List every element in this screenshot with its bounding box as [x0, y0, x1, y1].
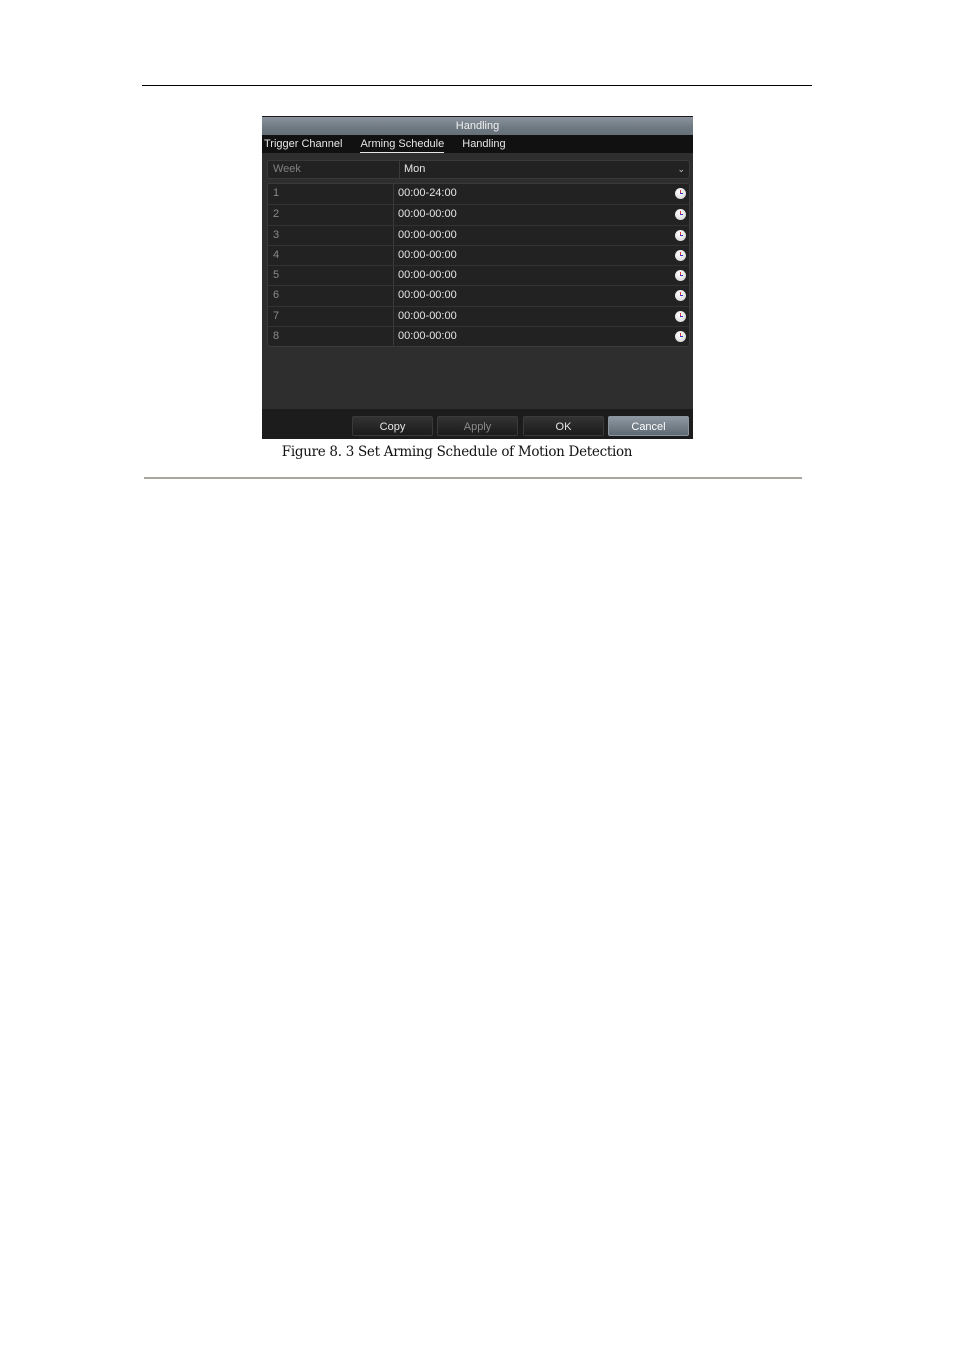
period-number: 3	[268, 225, 394, 245]
period-time-value: 00:00-00:00	[398, 309, 457, 322]
tab-arming-schedule[interactable]: Arming Schedule	[360, 136, 445, 153]
period-time-value: 00:00-00:00	[398, 269, 457, 281]
tab-handling[interactable]: Handling	[462, 136, 505, 152]
schedule-row: 7 00:00-00:00	[268, 305, 689, 326]
tab-bar: Trigger Channel Arming Schedule Handling	[262, 135, 693, 153]
clock-icon[interactable]	[675, 310, 686, 322]
period-time[interactable]: 00:00-00:00	[394, 226, 689, 245]
period-time[interactable]: 00:00-00:00	[394, 246, 689, 265]
schedule-row: 3 00:00-00:00	[268, 224, 689, 245]
period-time-value: 00:00-00:00	[398, 329, 457, 342]
header-rule	[142, 85, 812, 86]
clock-icon[interactable]	[675, 209, 686, 221]
schedule-row: 6 00:00-00:00	[268, 285, 689, 306]
period-number: 6	[268, 286, 394, 306]
period-number: 7	[268, 306, 394, 326]
handling-dialog: Handling Trigger Channel Arming Schedule…	[262, 116, 693, 439]
week-select[interactable]: Mon ⌄	[400, 161, 689, 178]
period-time-value: 00:00-00:00	[398, 248, 457, 261]
period-number: 8	[268, 326, 394, 346]
schedule-row: 2 00:00-00:00	[268, 204, 689, 225]
period-time-value: 00:00-00:00	[398, 289, 457, 302]
schedule-row: 8 00:00-00:00	[268, 325, 689, 346]
clock-icon[interactable]	[675, 290, 686, 302]
chevron-down-icon: ⌄	[677, 164, 685, 174]
period-time-value: 00:00-24:00	[398, 187, 457, 199]
dialog-footer: Copy Apply OK Cancel	[262, 409, 693, 439]
schedule-row: 1 00:00-24:00	[268, 184, 689, 205]
clock-icon[interactable]	[675, 229, 686, 241]
period-time[interactable]: 00:00-00:00	[394, 307, 689, 326]
week-value: Mon	[404, 163, 426, 175]
period-time-value: 00:00-00:00	[398, 208, 457, 221]
period-time[interactable]: 00:00-00:00	[394, 205, 689, 224]
period-number: 4	[268, 245, 394, 265]
apply-button[interactable]: Apply	[437, 416, 518, 436]
schedule-row: 4 00:00-00:00	[268, 244, 689, 265]
period-time[interactable]: 00:00-00:00	[394, 266, 689, 285]
copy-button[interactable]: Copy	[352, 416, 433, 436]
schedule-table: 1 00:00-24:00 2 00:00-00:00 3 00:00-00:0…	[267, 183, 690, 347]
week-row: Week Mon ⌄	[267, 160, 690, 179]
period-time-value: 00:00-00:00	[398, 228, 457, 241]
period-number: 1	[268, 184, 394, 205]
period-number: 5	[268, 266, 394, 286]
period-time[interactable]: 00:00-00:00	[394, 327, 689, 346]
clock-icon[interactable]	[675, 249, 686, 261]
cancel-button[interactable]: Cancel	[608, 416, 689, 436]
tab-trigger-channel[interactable]: Trigger Channel	[264, 136, 342, 152]
figure-caption: Figure 8. 3 Set Arming Schedule of Motio…	[281, 444, 633, 460]
schedule-row: 5 00:00-00:00	[268, 265, 689, 286]
ok-button[interactable]: OK	[523, 416, 604, 436]
dialog-title: Handling	[262, 116, 693, 135]
figure-rule	[144, 477, 802, 479]
period-time[interactable]: 00:00-24:00	[394, 184, 689, 204]
period-time[interactable]: 00:00-00:00	[394, 286, 689, 305]
week-label: Week	[268, 161, 400, 178]
clock-icon[interactable]	[675, 270, 686, 281]
clock-icon[interactable]	[675, 188, 686, 199]
period-number: 2	[268, 205, 394, 225]
clock-icon[interactable]	[675, 330, 686, 342]
